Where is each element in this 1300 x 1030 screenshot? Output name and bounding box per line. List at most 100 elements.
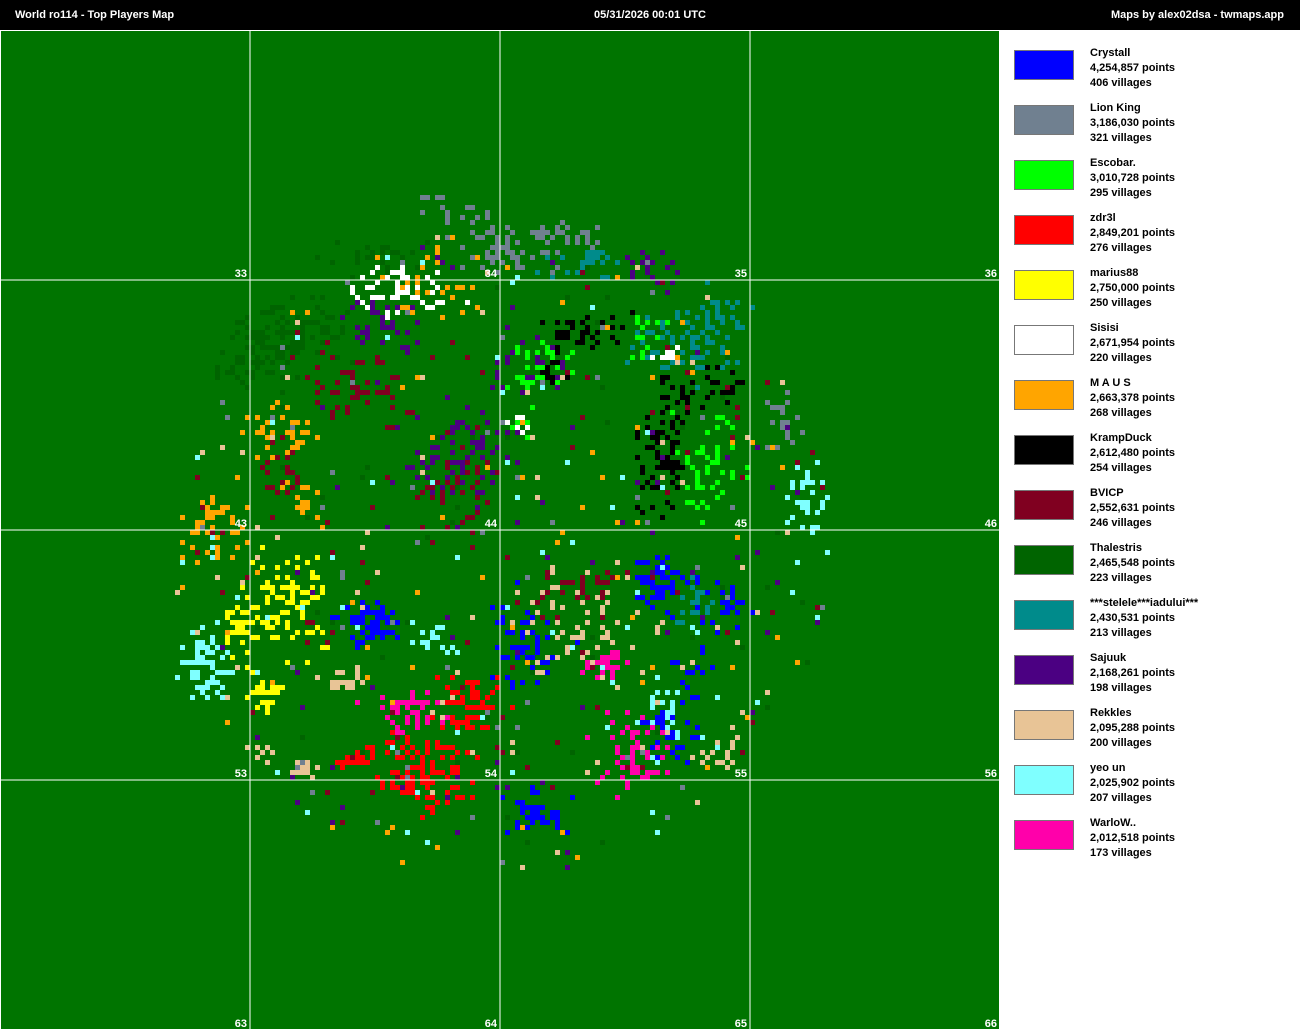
village-scatter xyxy=(475,425,480,430)
village-4 xyxy=(325,645,330,650)
village-0 xyxy=(740,600,745,605)
village-scatter xyxy=(595,375,600,380)
world-map[interactable]: 33 34 35 36 43 44 45 46 53 54 55 56 63 64 65 66 xyxy=(0,30,1000,1030)
village-12 xyxy=(525,630,530,635)
village-11 xyxy=(480,445,485,450)
village-8 xyxy=(330,410,335,415)
village-1 xyxy=(550,235,555,240)
village-12 xyxy=(360,680,365,685)
sector-label: 43 xyxy=(235,518,247,530)
village-7 xyxy=(670,440,675,445)
village-13 xyxy=(210,675,215,680)
village-9 xyxy=(300,335,305,340)
village-scatter xyxy=(755,445,760,450)
village-1 xyxy=(440,205,445,210)
village-8 xyxy=(265,470,270,475)
village-8 xyxy=(385,390,390,395)
village-4 xyxy=(255,690,260,695)
village-11 xyxy=(480,435,485,440)
village-scatter xyxy=(665,490,670,495)
map-canvas: 33 34 35 3643 44 45 4653 54 55 5663 64 65 66 xyxy=(0,30,1000,1030)
village-11 xyxy=(425,475,430,480)
village-11 xyxy=(520,340,525,345)
village-0 xyxy=(535,680,540,685)
village-5 xyxy=(380,295,385,300)
village-4 xyxy=(295,605,300,610)
village-13 xyxy=(665,690,670,695)
village-11 xyxy=(480,455,485,460)
village-0 xyxy=(660,595,665,600)
village-11 xyxy=(385,305,390,310)
village-14 xyxy=(625,725,630,730)
village-5 xyxy=(370,270,375,275)
village-scatter xyxy=(325,315,330,320)
village-scatter xyxy=(510,740,515,745)
village-8 xyxy=(545,570,550,575)
village-7 xyxy=(705,395,710,400)
village-scatter xyxy=(650,665,655,670)
village-14 xyxy=(410,690,415,695)
village-13 xyxy=(650,705,655,710)
village-10 xyxy=(585,255,590,260)
village-3 xyxy=(405,785,410,790)
village-14 xyxy=(630,745,635,750)
village-9 xyxy=(335,240,340,245)
village-scatter xyxy=(445,795,450,800)
village-6 xyxy=(220,505,225,510)
village-0 xyxy=(550,815,555,820)
village-10 xyxy=(685,330,690,335)
village-9 xyxy=(285,345,290,350)
village-14 xyxy=(610,675,615,680)
village-10 xyxy=(725,335,730,340)
sector-label: 46 xyxy=(985,518,997,530)
village-0 xyxy=(520,805,525,810)
village-5 xyxy=(430,290,435,295)
village-scatter xyxy=(350,360,355,365)
map-timestamp: 05/31/2026 00:01 UTC xyxy=(594,9,706,21)
legend-color-swatch xyxy=(1014,710,1074,740)
village-11 xyxy=(380,340,385,345)
village-4 xyxy=(240,625,245,630)
village-13 xyxy=(650,755,655,760)
village-4 xyxy=(225,640,230,645)
village-9 xyxy=(395,250,400,255)
village-12 xyxy=(725,755,730,760)
village-4 xyxy=(300,610,305,615)
village-12 xyxy=(710,750,715,755)
village-3 xyxy=(475,695,480,700)
village-scatter xyxy=(460,445,465,450)
village-scatter xyxy=(280,405,285,410)
village-8 xyxy=(350,370,355,375)
village-0 xyxy=(380,635,385,640)
village-1 xyxy=(795,415,800,420)
village-13 xyxy=(190,695,195,700)
village-11 xyxy=(360,340,365,345)
village-1 xyxy=(510,250,515,255)
village-10 xyxy=(705,320,710,325)
village-11 xyxy=(455,460,460,465)
village-4 xyxy=(300,600,305,605)
village-4 xyxy=(270,685,275,690)
village-9 xyxy=(265,335,270,340)
village-scatter xyxy=(550,260,555,265)
village-5 xyxy=(410,295,415,300)
village-4 xyxy=(285,575,290,580)
village-2 xyxy=(645,320,650,325)
village-4 xyxy=(270,585,275,590)
village-3 xyxy=(470,795,475,800)
village-3 xyxy=(460,700,465,705)
village-3 xyxy=(410,755,415,760)
village-4 xyxy=(285,600,290,605)
village-0 xyxy=(380,605,385,610)
village-13 xyxy=(425,645,430,650)
village-14 xyxy=(660,730,665,735)
legend-text: Thalestris 2,465,548 points 223 villages xyxy=(1090,541,1175,586)
village-11 xyxy=(450,440,455,445)
village-13 xyxy=(795,560,800,565)
village-11 xyxy=(520,390,525,395)
village-5 xyxy=(400,275,405,280)
village-6 xyxy=(315,435,320,440)
village-2 xyxy=(570,370,575,375)
village-9 xyxy=(260,360,265,365)
village-14 xyxy=(645,770,650,775)
